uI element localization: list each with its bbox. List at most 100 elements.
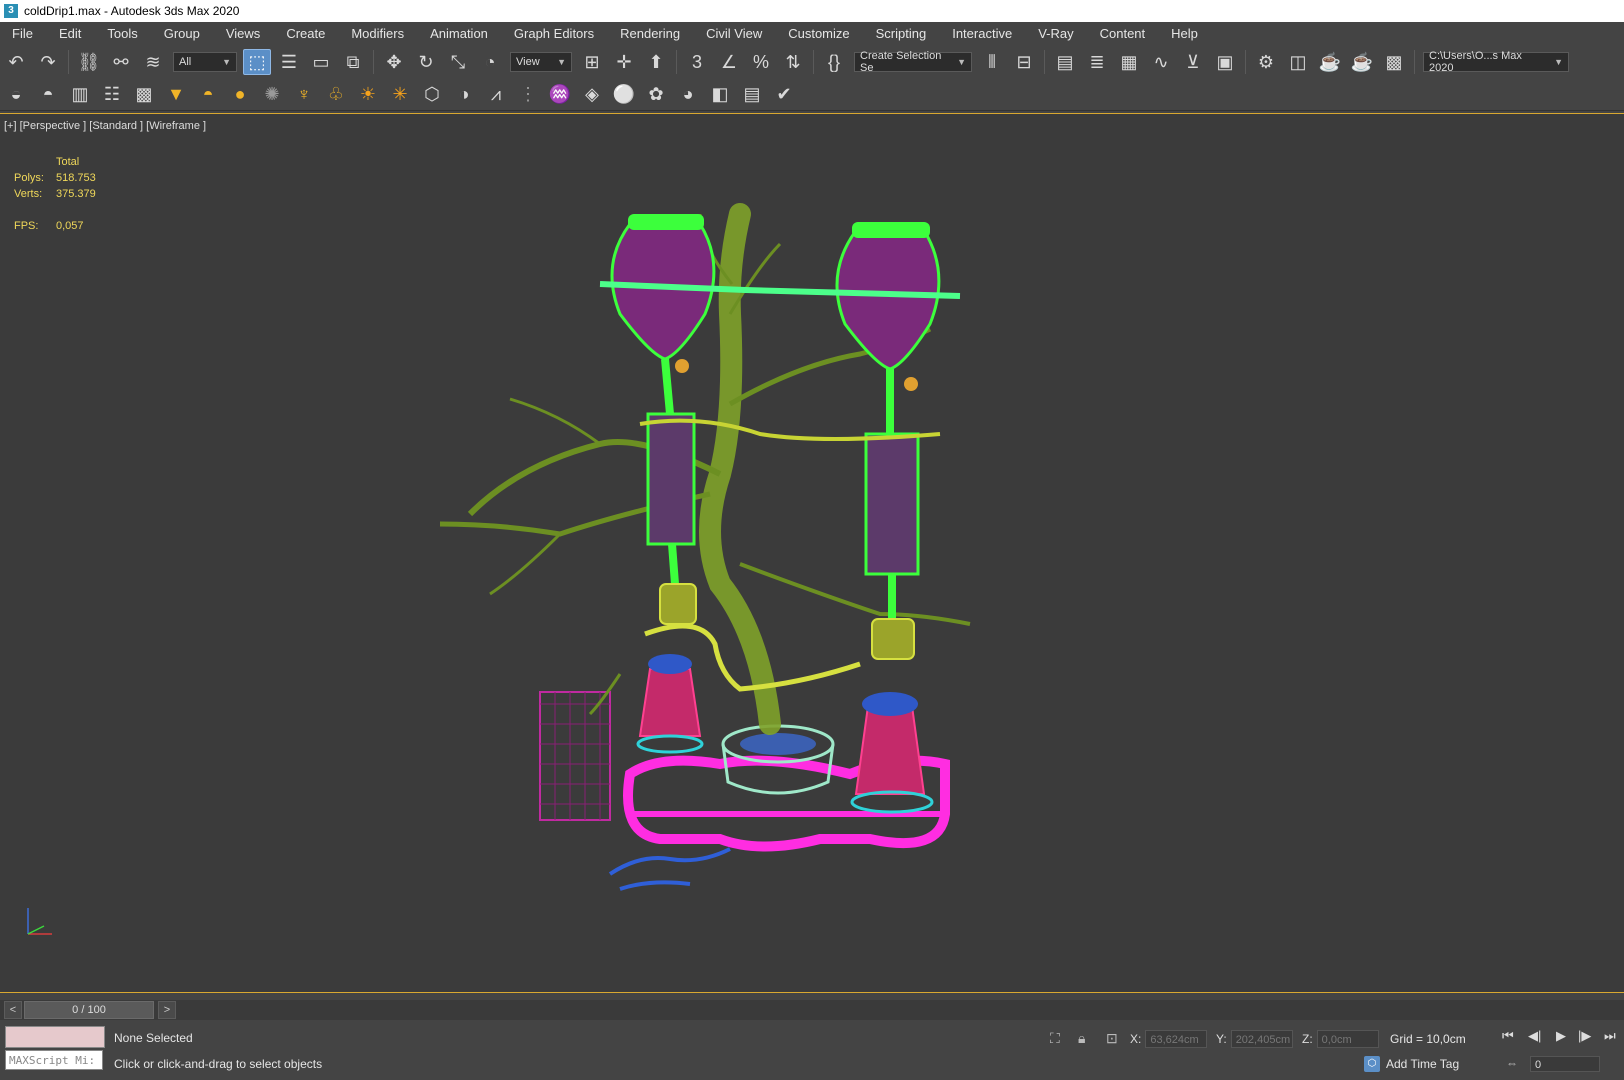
select-manipulate-icon[interactable]: ✛ xyxy=(610,49,638,75)
rectangular-selection-icon[interactable]: ▭ xyxy=(307,49,335,75)
pivot-center-icon[interactable]: ⊞ xyxy=(578,49,606,75)
x-coordinate-field[interactable]: 63,624cm xyxy=(1145,1030,1208,1048)
previous-frame-icon[interactable]: ◀| xyxy=(1528,1028,1541,1044)
menu-views[interactable]: Views xyxy=(214,22,274,46)
time-configuration-icon[interactable]: ⇔ xyxy=(1506,1056,1518,1070)
wireframe-scene[interactable] xyxy=(0,114,1624,992)
sun-icon[interactable]: ☀ xyxy=(354,81,382,107)
menu-graph-editors[interactable]: Graph Editors xyxy=(502,22,608,46)
spinner-snap-icon[interactable]: ⇅ xyxy=(779,49,807,75)
menu-content[interactable]: Content xyxy=(1088,22,1160,46)
vray-light-icon[interactable]: ▼ xyxy=(162,81,190,107)
undo-icon[interactable]: ↶ xyxy=(2,49,30,75)
menu-interactive[interactable]: Interactive xyxy=(940,22,1026,46)
toggle-ribbon-icon[interactable]: ▦ xyxy=(1115,49,1143,75)
perspective-viewport[interactable]: [+] [Perspective ] [Standard ] [Wirefram… xyxy=(0,113,1624,993)
menu-modifiers[interactable]: Modifiers xyxy=(339,22,418,46)
select-object-icon[interactable]: ⬚ xyxy=(243,49,271,75)
go-to-end-icon[interactable]: ⏭ xyxy=(1604,1028,1616,1044)
menu-animation[interactable]: Animation xyxy=(418,22,502,46)
place-icon[interactable]: ◔ xyxy=(476,49,504,75)
box-render-icon[interactable]: ▥ xyxy=(66,81,94,107)
fur-icon[interactable]: ⩘ xyxy=(482,81,510,107)
selection-lock-icon[interactable]: 🔒︎ xyxy=(1078,1030,1085,1047)
menu-edit[interactable]: Edit xyxy=(47,22,95,46)
rotate-icon[interactable]: ↻ xyxy=(412,49,440,75)
add-time-tag[interactable]: ⬡ Add Time Tag xyxy=(1364,1056,1459,1072)
volume-grid-icon[interactable]: ◈ xyxy=(578,81,606,107)
move-icon[interactable]: ✥ xyxy=(380,49,408,75)
vray-logo-icon[interactable]: ✔ xyxy=(770,81,798,107)
time-slider-next-button[interactable]: > xyxy=(158,1001,176,1019)
next-frame-icon[interactable]: |▶ xyxy=(1578,1028,1591,1044)
isolate-selection-icon[interactable]: ⛶ xyxy=(1050,1030,1060,1047)
y-coordinate-field[interactable]: 202,405cm xyxy=(1230,1030,1293,1048)
menu-scripting[interactable]: Scripting xyxy=(864,22,941,46)
menu-group[interactable]: Group xyxy=(152,22,214,46)
list-icon[interactable]: ☷ xyxy=(98,81,126,107)
sky-icon[interactable]: ✳ xyxy=(386,81,414,107)
layer-explorer-icon[interactable]: ≣ xyxy=(1083,49,1111,75)
ambient-light-icon[interactable]: ♧ xyxy=(322,81,350,107)
vray-settings-icon[interactable]: ▤ xyxy=(738,81,766,107)
material-editor-icon[interactable]: ▣ xyxy=(1211,49,1239,75)
menu-civil-view[interactable]: Civil View xyxy=(694,22,776,46)
go-to-start-icon[interactable]: ⏮ xyxy=(1502,1028,1514,1044)
redo-icon[interactable]: ↷ xyxy=(34,49,62,75)
menu-vray[interactable]: V-Ray xyxy=(1026,22,1087,46)
render-production-icon[interactable]: ☕ xyxy=(1316,49,1344,75)
bind-space-warp-icon[interactable]: ≋ xyxy=(139,49,167,75)
multi-material-icon[interactable]: ✿ xyxy=(642,81,670,107)
ies-light-icon[interactable]: ♆ xyxy=(290,81,318,107)
3dsmax-app-icon[interactable]: 3 xyxy=(4,4,18,18)
current-frame-spinner[interactable]: 0 xyxy=(1530,1056,1600,1072)
render-setup-icon[interactable]: ⚙ xyxy=(1252,49,1280,75)
scale-icon[interactable]: ⤡ xyxy=(444,49,472,75)
select-by-name-icon[interactable]: ☰ xyxy=(275,49,303,75)
scene-explorer-icon[interactable]: ▤ xyxy=(1051,49,1079,75)
project-folder-dropdown[interactable]: C:\Users\O...s Max 2020 ▼ xyxy=(1423,50,1569,74)
percent-snap-icon[interactable]: % xyxy=(747,49,775,75)
absolute-mode-transform-icon[interactable]: ⊡ xyxy=(1106,1030,1118,1047)
keyboard-shortcut-override-icon[interactable]: ⬆ xyxy=(642,49,670,75)
time-slider-thumb[interactable]: 0 / 100 xyxy=(24,1001,154,1019)
clipper-icon[interactable]: ⋮ xyxy=(514,81,542,107)
selection-filter-dropdown[interactable]: All ▼ xyxy=(173,52,237,72)
rendered-frame-window-icon[interactable]: ◫ xyxy=(1284,49,1312,75)
menu-create[interactable]: Create xyxy=(274,22,339,46)
reference-coordinate-dropdown[interactable]: View ▼ xyxy=(510,52,572,72)
palette-icon[interactable]: ◕ xyxy=(674,81,702,107)
play-icon[interactable]: ▶ xyxy=(1556,1028,1566,1044)
menu-customize[interactable]: Customize xyxy=(776,22,863,46)
time-slider[interactable]: < 0 / 100 > xyxy=(0,1000,1624,1020)
schematic-view-icon[interactable]: ⊻ xyxy=(1179,49,1207,75)
render-iterative-icon[interactable]: ☕ xyxy=(1348,49,1376,75)
edit-named-selection-icon[interactable]: {} xyxy=(820,49,848,75)
menu-tools[interactable]: Tools xyxy=(95,22,151,46)
maxscript-listener-output[interactable] xyxy=(5,1026,105,1048)
camera-icon[interactable]: ▩ xyxy=(130,81,158,107)
time-slider-prev-button[interactable]: < xyxy=(4,1001,22,1019)
menu-rendering[interactable]: Rendering xyxy=(608,22,694,46)
vray-fur-icon[interactable]: ♒ xyxy=(546,81,574,107)
mirror-icon[interactable]: ⫴ xyxy=(978,49,1006,75)
menu-file[interactable]: File xyxy=(0,22,47,46)
sphere-light-icon[interactable]: ● xyxy=(226,81,254,107)
sphere-render-icon[interactable]: ◓ xyxy=(34,81,62,107)
mesh-light-icon[interactable]: ✺ xyxy=(258,81,286,107)
material-ball-icon[interactable]: ⚪ xyxy=(610,81,638,107)
named-selection-dropdown[interactable]: Create Selection Se ▼ xyxy=(854,50,972,74)
angle-snap-icon[interactable]: ∠ xyxy=(715,49,743,75)
align-icon[interactable]: ⊟ xyxy=(1010,49,1038,75)
vray-frame-buffer-icon[interactable]: ▩ xyxy=(1380,49,1408,75)
menu-help[interactable]: Help xyxy=(1159,22,1212,46)
proxy-icon[interactable]: ⬡ xyxy=(418,81,446,107)
curve-editor-icon[interactable]: ∿ xyxy=(1147,49,1175,75)
dome-light-icon[interactable]: ◓ xyxy=(194,81,222,107)
unlink-icon[interactable]: ⚯ xyxy=(107,49,135,75)
plane-icon[interactable]: ◑ xyxy=(450,81,478,107)
snaps-toggle-icon[interactable]: 3 xyxy=(683,49,711,75)
link-icon[interactable]: ⛓ xyxy=(75,49,103,75)
teapot-icon[interactable]: ◒ xyxy=(2,81,30,107)
window-crossing-icon[interactable]: ⧉ xyxy=(339,49,367,75)
